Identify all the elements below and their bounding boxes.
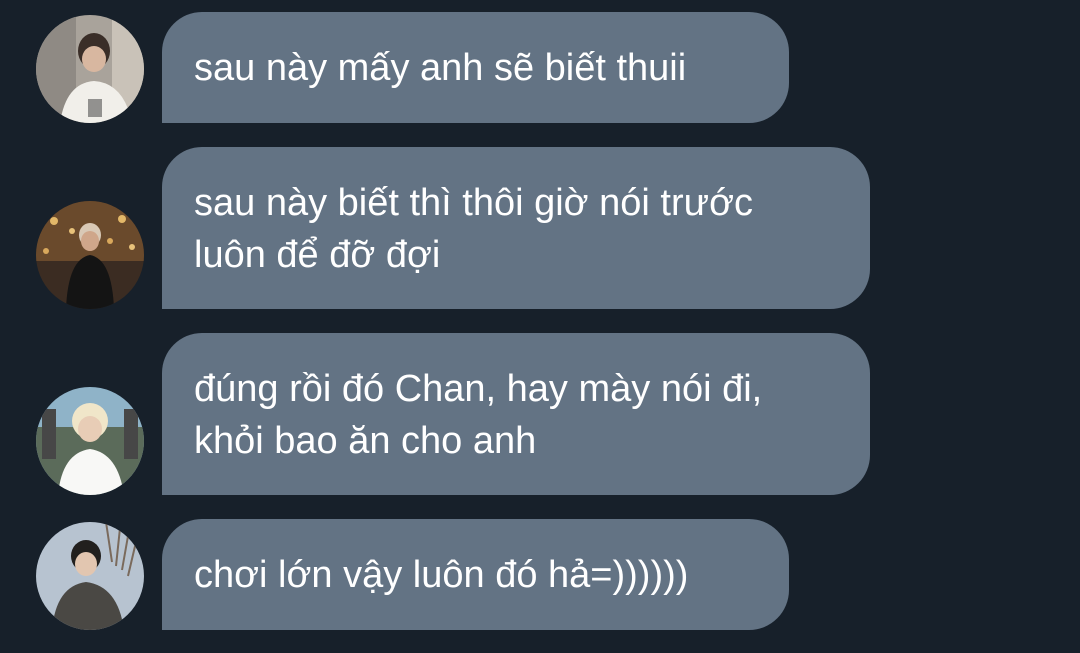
avatar[interactable] <box>36 15 144 123</box>
avatar-photo-icon <box>36 522 144 630</box>
avatar[interactable] <box>36 201 144 309</box>
message-text-line: khỏi bao ăn cho anh <box>194 420 537 462</box>
avatar-photo-icon <box>36 201 144 309</box>
message-bubble[interactable]: đúng rồi đó Chan, hay mày nói đi, khỏi b… <box>162 333 870 495</box>
message-text-line: luôn để đỡ đợi <box>194 234 441 276</box>
message-bubble[interactable]: sau này mấy anh sẽ biết thuii <box>162 12 789 123</box>
avatar-photo-icon <box>36 15 144 123</box>
message-bubble[interactable]: chơi lớn vậy luôn đó hả=)))))) <box>162 519 789 630</box>
avatar[interactable] <box>36 522 144 630</box>
avatar-photo-icon <box>36 387 144 495</box>
avatar[interactable] <box>36 387 144 495</box>
message-bubble[interactable]: sau này biết thì thôi giờ nói trước luôn… <box>162 147 870 309</box>
message-text-line: đúng rồi đó Chan, hay mày nói đi, <box>194 368 763 410</box>
message-text-line: sau này mấy anh sẽ biết thuii <box>194 47 687 89</box>
message-text-line: chơi lớn vậy luôn đó hả=)))))) <box>194 554 689 596</box>
message-text-line: sau này biết thì thôi giờ nói trước <box>194 182 753 224</box>
